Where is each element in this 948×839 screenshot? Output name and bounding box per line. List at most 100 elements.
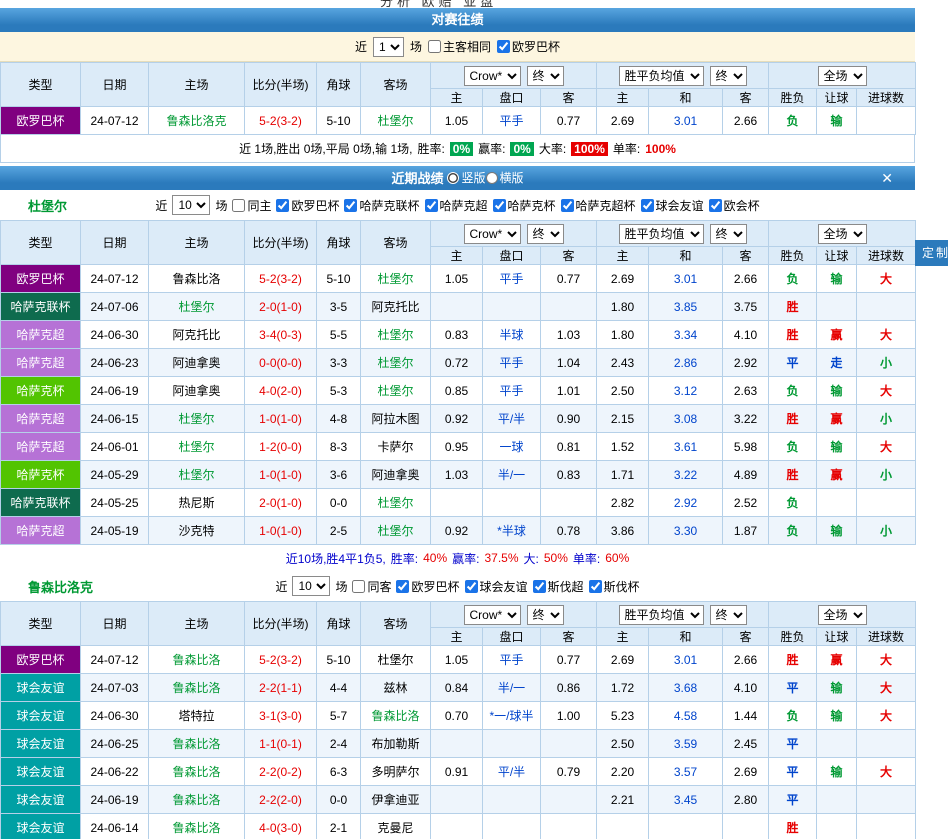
wdl-result: 胜 [769,646,817,674]
score-cell: 1-0(1-0) [245,405,317,433]
euro-away-odds: 1.44 [723,702,769,730]
score-cell: 3-1(3-0) [245,702,317,730]
asia-odds-group-header: Crow* 终 [431,63,597,89]
match-count-select[interactable]: 1 [373,37,404,57]
final-odds-select-2[interactable]: 终 [710,66,747,86]
league-filter-checkbox-input[interactable] [589,580,602,593]
final-odds-select[interactable]: 终 [527,224,564,244]
away-team: 克曼尼 [361,814,431,839]
euro-home-odds [597,814,649,839]
page: 分析 欧赔 亚盘 对赛往绩 近1场主客相同欧罗巴杯 类型日期主场比分(半场)角球… [0,0,948,839]
match-scope-select[interactable]: 全场 [818,224,867,244]
euro-home-odds: 3.86 [597,517,649,545]
league-filter-checkbox-input[interactable] [493,199,506,212]
wdl-result: 负 [769,433,817,461]
table-row: 哈萨克杯24-05-29杜堡尔1-0(1-0)3-6阿迪拿奥1.03半/一0.8… [1,461,916,489]
euro-away-odds: 2.92 [723,349,769,377]
asia-home-odds [431,489,483,517]
league-filter-checkbox-input[interactable] [533,580,546,593]
table-row: 球会友谊24-06-22鲁森比洛2-2(0-2)6-3多明萨尔0.91平/半0.… [1,758,916,786]
score-cell: 1-2(0-0) [245,433,317,461]
home-team: 塔特拉 [149,702,245,730]
league-filter-checkbox-label: 欧罗巴杯 [291,197,339,214]
league-filter-checkbox: 欧罗巴杯 [396,578,459,595]
away-team: 兹林 [361,674,431,702]
handicap-cell [483,730,541,758]
odds-company-select[interactable]: Crow* [464,605,521,625]
close-icon[interactable]: ✕ [881,166,893,190]
same-venue-checkbox-label: 主客相同 [443,38,491,55]
column-header: 比分(半场) [245,63,317,107]
euro-away-odds: 2.45 [723,730,769,758]
league-filter-checkbox-input[interactable] [276,199,289,212]
layout-radio-vertical[interactable]: 竖版 [447,166,485,190]
final-odds-select-2[interactable]: 终 [710,224,747,244]
match-scope-select[interactable]: 全场 [818,605,867,625]
match-count-select[interactable]: 10 [292,576,330,596]
corners-cell: 2-5 [317,517,361,545]
scope-group-header: 全场 [769,221,916,247]
same-venue-checkbox-input[interactable] [428,40,441,53]
goals-result [857,814,916,839]
league-filter-checkbox-input[interactable] [709,199,722,212]
final-odds-select[interactable]: 终 [527,605,564,625]
layout-radio-input[interactable] [486,172,498,184]
layout-radio-input[interactable] [447,172,459,184]
handicap-cell: 平手 [483,377,541,405]
layout-radio-horizontal[interactable]: 横版 [486,166,524,190]
date-cell: 24-06-15 [81,405,149,433]
sub-column-header: 进球数 [857,628,916,646]
avg-odds-select[interactable]: 胜平负均值 [619,66,704,86]
corners-cell: 6-3 [317,758,361,786]
league-filter-checkbox-input[interactable] [344,199,357,212]
corners-cell: 5-10 [317,265,361,293]
same-venue-checkbox-input[interactable] [352,580,365,593]
league-filter-checkbox-input[interactable] [641,199,654,212]
final-odds-select[interactable]: 终 [527,66,564,86]
odds-company-select[interactable]: Crow* [464,66,521,86]
date-cell: 24-07-12 [81,646,149,674]
same-venue-checkbox-label: 同主 [247,197,271,214]
same-venue-checkbox: 同主 [232,197,271,214]
h2h-summary-label: 胜率: [417,140,444,157]
handicap-cell: 一球 [483,433,541,461]
goals-result [857,107,916,135]
avg-odds-select[interactable]: 胜平负均值 [619,224,704,244]
league-cell: 哈萨克超 [1,433,81,461]
league-filter-checkbox: 哈萨克超杯 [561,197,636,214]
match-count-select[interactable]: 10 [172,195,210,215]
h2h-summary-label: 大率: [539,140,566,157]
same-venue-checkbox-input[interactable] [232,199,245,212]
away-team: 杜堡尔 [361,646,431,674]
asia-away-odds: 0.83 [541,461,597,489]
corners-cell: 4-4 [317,674,361,702]
euro-away-odds: 5.98 [723,433,769,461]
asia-home-odds: 0.85 [431,377,483,405]
column-header: 比分(半场) [245,602,317,646]
match-scope-select[interactable]: 全场 [818,66,867,86]
score-cell: 4-0(3-0) [245,814,317,839]
asia-away-odds [541,786,597,814]
sub-column-header: 主 [597,247,649,265]
odds-company-select[interactable]: Crow* [464,224,521,244]
avg-odds-select[interactable]: 胜平负均值 [619,605,704,625]
wdl-result: 负 [769,702,817,730]
wdl-result: 平 [769,674,817,702]
corners-cell: 5-10 [317,107,361,135]
league-filter-checkbox-input[interactable] [497,40,510,53]
handicap-result: 输 [817,107,857,135]
league-filter-checkbox-input[interactable] [561,199,574,212]
euro-draw-odds: 3.85 [649,293,723,321]
league-filter-checkbox-input[interactable] [465,580,478,593]
h2h-summary-row: 近 1场,胜出 0场,平局 0场,输 1场,胜率:0%赢率:0%大率:100%单… [0,135,915,163]
customize-tab[interactable]: 定制 [915,240,948,266]
home-team: 鲁森比洛 [149,758,245,786]
league-filter-checkbox-input[interactable] [425,199,438,212]
league-filter-checkbox-input[interactable] [396,580,409,593]
team-summary-text: 近10场,胜4平1负5, [286,550,386,567]
final-odds-select-2[interactable]: 终 [710,605,747,625]
home-team: 鲁森比洛 [149,265,245,293]
score-cell: 1-0(1-0) [245,517,317,545]
games-label: 场 [215,197,227,214]
corners-cell: 5-10 [317,646,361,674]
